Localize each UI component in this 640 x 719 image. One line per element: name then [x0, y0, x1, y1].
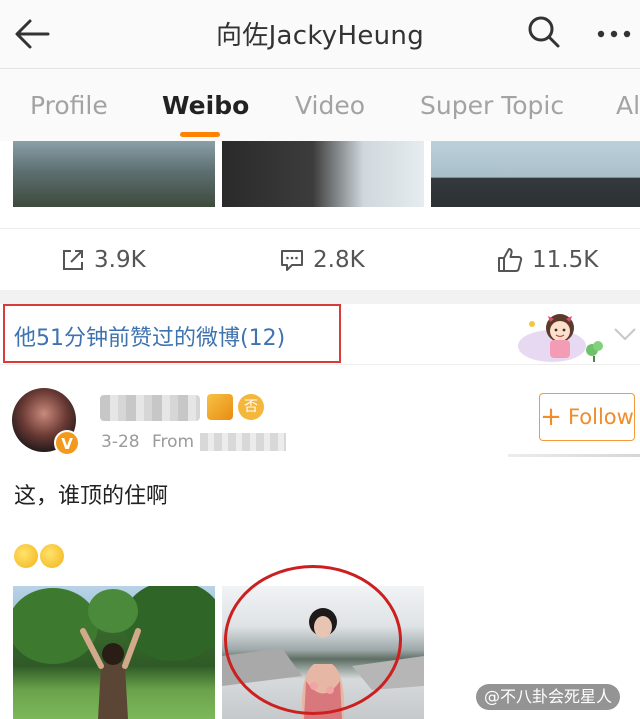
- liked-posts-text[interactable]: 他51分钟前赞过的微博(12): [14, 320, 285, 352]
- tab-super-topic[interactable]: Super Topic: [420, 91, 564, 120]
- verified-badge: V: [54, 430, 80, 456]
- like-count: 11.5K: [532, 247, 599, 273]
- search-icon: [528, 16, 560, 48]
- post-action-bar: 3.9K 2.8K 11.5K: [0, 228, 640, 291]
- post-source-blurred: [200, 433, 286, 451]
- more-button[interactable]: [594, 14, 634, 54]
- search-button[interactable]: [524, 12, 564, 52]
- photo-woman-in-park: [13, 586, 215, 719]
- like-button[interactable]: 11.5K: [496, 243, 598, 277]
- repost-icon: [63, 250, 83, 270]
- plus-icon: +: [540, 402, 562, 432]
- post-image-1[interactable]: [13, 586, 215, 719]
- follow-button[interactable]: + Follow: [539, 393, 635, 441]
- post-source-label: From: [152, 432, 195, 452]
- comment-icon: [281, 250, 303, 271]
- tab-album[interactable]: Al: [616, 91, 640, 120]
- grin-emoji-icon: [14, 544, 38, 568]
- previous-post-image-3[interactable]: [431, 141, 640, 207]
- level-badge: 否: [238, 394, 264, 420]
- chevron-down-icon[interactable]: [612, 322, 638, 346]
- active-tab-indicator: [180, 132, 220, 137]
- cartoon-girl-sticker: [518, 314, 603, 362]
- follow-label: Follow: [567, 405, 634, 429]
- post-text: 这，谁顶的住啊: [14, 484, 169, 509]
- comment-button[interactable]: 2.8K: [279, 243, 365, 277]
- tab-weibo[interactable]: Weibo: [162, 91, 249, 120]
- watermark: @不八卦会死星人: [476, 684, 621, 710]
- watermark-text: @不八卦会死星人: [484, 687, 613, 706]
- post-date: 3-28: [101, 432, 140, 452]
- member-badge-icon: [207, 394, 233, 420]
- thumbs-up-icon: [498, 248, 523, 272]
- tab-video[interactable]: Video: [295, 91, 365, 120]
- previous-post-image-2[interactable]: [222, 141, 424, 207]
- previous-post-image-1[interactable]: [13, 141, 215, 207]
- repost-count: 3.9K: [94, 247, 146, 273]
- highlight-circle: [224, 565, 402, 715]
- username-blurred[interactable]: [100, 395, 200, 421]
- divider: [508, 454, 640, 457]
- repost-button[interactable]: 3.9K: [60, 243, 146, 277]
- section-divider: [0, 290, 640, 304]
- profile-tabs: Profile Weibo Video Super Topic Al: [0, 69, 640, 141]
- grin-emoji-icon: [40, 544, 64, 568]
- comment-count: 2.8K: [313, 247, 365, 273]
- more-dots-icon: [597, 30, 631, 38]
- tab-profile[interactable]: Profile: [30, 91, 108, 120]
